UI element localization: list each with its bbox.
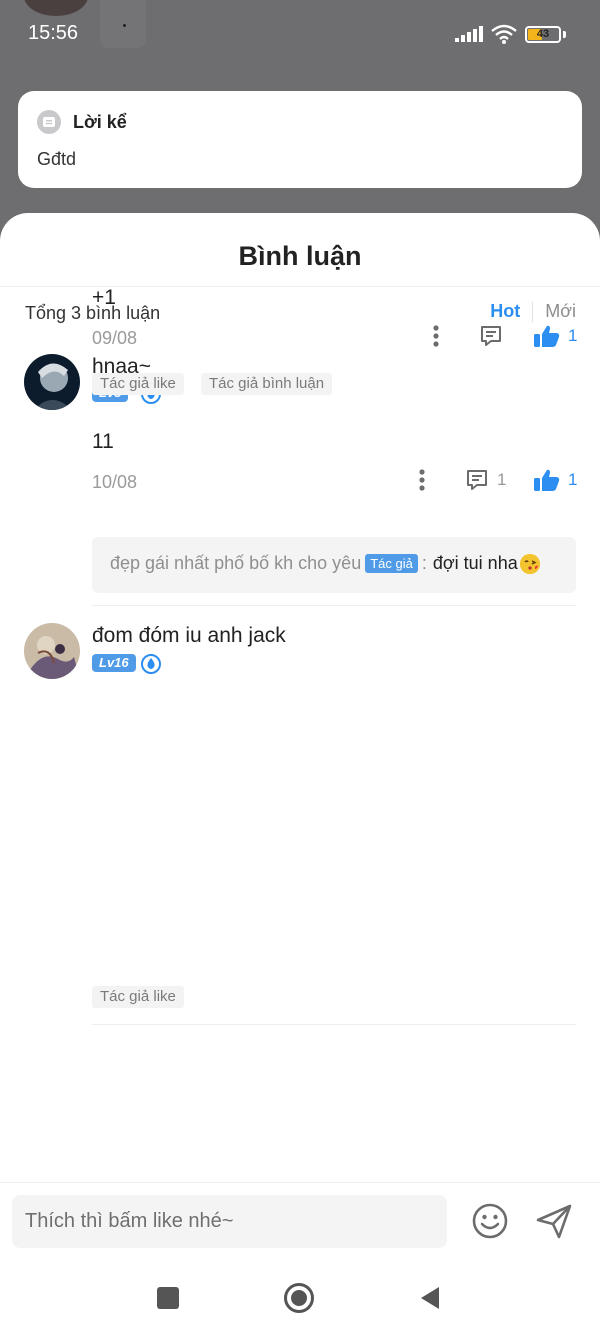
- avatar[interactable]: [24, 623, 80, 679]
- tab-hot[interactable]: Hot: [490, 301, 520, 322]
- comment-item: hnaa~ Lv8 11 10/08 1 1 Tác giả like Tác …: [0, 343, 600, 608]
- reply-button[interactable]: [479, 324, 503, 348]
- kissing-face-icon: [519, 553, 540, 574]
- background-avatar: [24, 0, 88, 16]
- comment-text: 11: [92, 430, 114, 453]
- battery-tip: [563, 30, 566, 38]
- signal-icon: [455, 26, 483, 42]
- back-triangle-icon[interactable]: [414, 1282, 446, 1314]
- reply-content: đợi tui nha: [432, 553, 518, 573]
- comment-icon: [467, 470, 487, 490]
- square-icon[interactable]: [152, 1282, 184, 1314]
- story-text: Gđtd: [37, 149, 77, 169]
- comment-input-placeholder: Thích thì bấm like nhé~: [25, 1210, 234, 1232]
- author-reply-line: đẹp gái nhất phố bố kh cho yêu Tác giả :…: [110, 553, 540, 574]
- reply-button[interactable]: 1: [465, 468, 506, 492]
- status-time: 15:56: [28, 22, 79, 44]
- like-count: 1: [568, 326, 578, 345]
- divider: [92, 605, 576, 606]
- send-icon[interactable]: [535, 1202, 573, 1240]
- author-comment-tag: Tác giả bình luận: [201, 373, 333, 395]
- like-count: 1: [568, 470, 578, 489]
- wifi-icon: [491, 24, 517, 44]
- divider: [0, 286, 600, 287]
- comment-icon: [481, 326, 501, 346]
- sort-tabs: Hot Mới: [490, 301, 576, 322]
- more-vertical-icon[interactable]: [427, 323, 445, 349]
- comment-date: 10/08: [92, 472, 138, 492]
- reply-separator: :: [421, 553, 427, 573]
- battery-level: 43: [536, 28, 550, 40]
- thumbs-up-icon: [534, 325, 560, 347]
- document-icon: [37, 110, 61, 134]
- status-bar: 15:56 43: [0, 0, 600, 70]
- divider: [92, 1024, 576, 1025]
- comments-sheet: Bình luận Tổng 3 bình luận Hot Mới hnaa~…: [0, 213, 600, 1333]
- circle-icon[interactable]: [283, 1282, 315, 1314]
- author-tag: Tác giả: [365, 554, 418, 573]
- background-dot: [123, 24, 126, 27]
- story-title: Lời kể: [73, 112, 127, 132]
- more-vertical-icon[interactable]: [413, 467, 431, 493]
- like-button[interactable]: 1: [534, 324, 577, 348]
- sheet-title: Bình luận: [238, 241, 362, 271]
- thumbs-up-icon: [534, 469, 560, 491]
- comment-date: 09/08: [92, 328, 138, 348]
- status-icons: 43: [455, 24, 566, 44]
- comment-item: đom đóm iu anh jack Lv16 +1 09/08 1 Tác …: [0, 286, 600, 1025]
- author-reply-box[interactable]: đẹp gái nhất phố bố kh cho yêu Tác giả :…: [92, 537, 576, 593]
- smiley-icon[interactable]: [471, 1202, 509, 1240]
- comment-text: +1: [92, 286, 116, 309]
- reply-count: 1: [497, 470, 507, 489]
- avatar[interactable]: [24, 354, 80, 410]
- username[interactable]: đom đóm iu anh jack: [92, 624, 286, 648]
- story-card[interactable]: Lời kể Gđtd: [18, 91, 582, 188]
- reply-quote-text: đẹp gái nhất phố bố kh cho yêu: [110, 553, 362, 573]
- system-nav-bar: [0, 1262, 600, 1333]
- author-like-tag: Tác giả like: [92, 986, 184, 1008]
- like-button[interactable]: 1: [534, 468, 577, 492]
- battery-icon: 43: [525, 25, 561, 43]
- comment-input[interactable]: Thích thì bấm like nhé~: [12, 1195, 447, 1248]
- author-like-tag: Tác giả like: [92, 373, 184, 395]
- tab-separator: [532, 301, 534, 322]
- divider: [0, 1182, 600, 1183]
- tab-new[interactable]: Mới: [545, 301, 576, 322]
- level-badge: Lv16: [92, 654, 136, 672]
- verified-icon: [141, 654, 161, 674]
